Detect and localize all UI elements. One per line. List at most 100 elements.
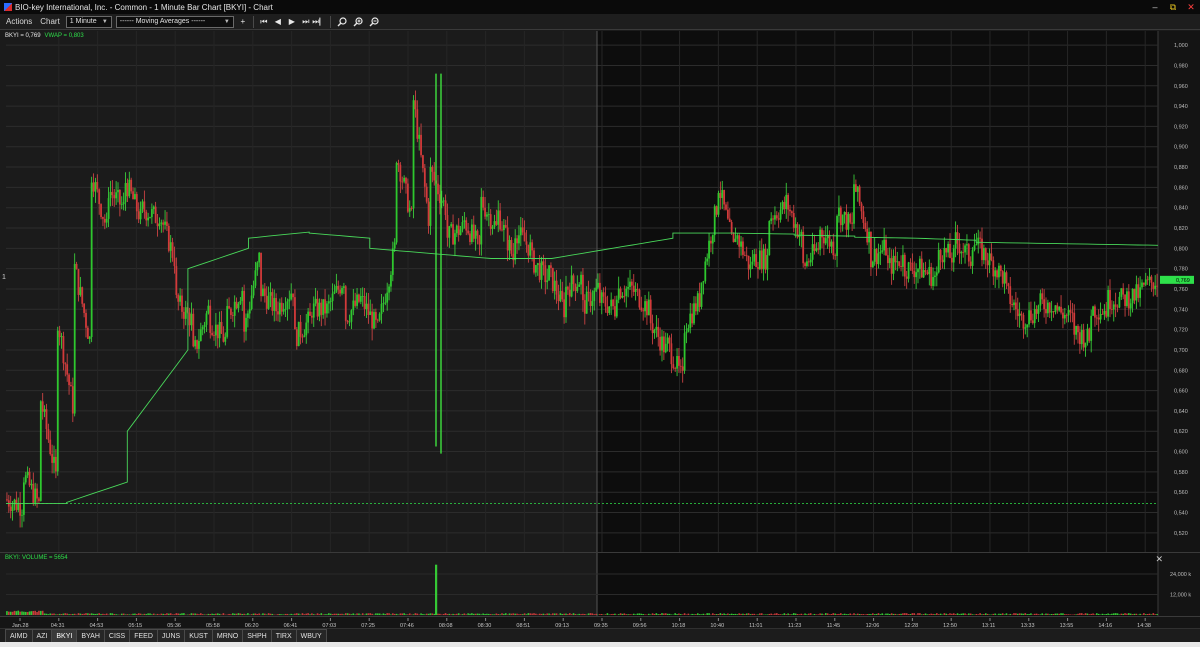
zoom-out-icon[interactable]	[368, 16, 380, 28]
scroll-first-button[interactable]: ⏮	[259, 16, 269, 28]
volume-bar	[471, 613, 473, 615]
volume-bar	[111, 613, 114, 615]
candle-body	[342, 286, 345, 288]
volume-bar	[254, 613, 257, 615]
volume-bar	[792, 613, 795, 615]
tab-kust[interactable]: KUST	[184, 629, 213, 642]
volume-bar	[1152, 613, 1155, 615]
symbol-legend: BKYI = 0,769	[5, 33, 41, 39]
volume-bar	[378, 613, 381, 615]
price-tick-label: 0,780	[1174, 267, 1188, 273]
scroll-last-button[interactable]: ⏭▏	[312, 16, 327, 28]
candle-body	[1028, 310, 1030, 325]
volume-bar	[474, 613, 477, 615]
candle-body	[365, 303, 368, 310]
candle-body	[604, 296, 607, 307]
price-tick-label: 0,580	[1174, 470, 1188, 476]
candle-body	[273, 297, 276, 311]
tab-ciss[interactable]: CISS	[103, 629, 131, 642]
scroll-fast-forward-button[interactable]: ⏭	[301, 16, 311, 28]
candle-body	[314, 298, 317, 304]
candle-body	[502, 224, 505, 231]
volume-bar	[951, 613, 953, 615]
candle-body	[949, 243, 951, 258]
volume-bar	[887, 613, 889, 615]
zoom-in-icon[interactable]	[352, 16, 364, 28]
restore-button[interactable]: ⧉	[1164, 0, 1182, 14]
tab-wbuy[interactable]: WBUY	[295, 629, 327, 642]
candle-body	[1114, 304, 1117, 307]
tab-azi[interactable]: AZI	[31, 629, 53, 642]
volume-bar	[512, 613, 515, 615]
volume-bar	[774, 613, 776, 615]
volume-bar	[26, 612, 29, 615]
candle-body	[102, 217, 104, 219]
volume-bar	[66, 613, 68, 615]
volume-bar	[361, 613, 364, 615]
close-pane-icon[interactable]: ✕	[1155, 554, 1163, 565]
candle-body	[250, 295, 253, 310]
title-bar[interactable]: BIO-key International, Inc. - Common - 1…	[0, 0, 1200, 14]
chart-menu[interactable]: Chart	[38, 17, 62, 26]
scroll-back-button[interactable]: ◀	[273, 16, 283, 28]
candle-body	[563, 299, 566, 318]
candle-body	[17, 503, 20, 510]
candle-body	[414, 100, 417, 110]
tab-aimd[interactable]: AIMD	[5, 629, 33, 642]
volume-bar	[939, 613, 942, 615]
volume-bar	[427, 613, 430, 615]
volume-bar	[62, 613, 65, 615]
actions-menu[interactable]: Actions	[4, 17, 34, 26]
volume-bar	[595, 613, 597, 615]
volume-bar	[979, 613, 981, 615]
candle-body	[772, 218, 774, 220]
volume-bar	[216, 613, 219, 615]
tab-shph[interactable]: SHPH	[242, 629, 272, 642]
tab-feed[interactable]: FEED	[129, 629, 158, 642]
minimize-button[interactable]: –	[1146, 0, 1164, 14]
candle-body	[216, 324, 219, 339]
volume-bar	[890, 613, 893, 615]
volume-chart[interactable]: 24,000 k 12,000 k	[0, 553, 1200, 617]
add-indicator-button[interactable]: +	[238, 16, 248, 28]
tab-tirx[interactable]: TIRX	[270, 629, 297, 642]
volume-bar	[476, 613, 479, 615]
candle-body	[740, 241, 742, 247]
volume-bar	[977, 614, 980, 615]
candle-body	[602, 292, 605, 297]
close-button[interactable]: ✕	[1182, 0, 1200, 14]
candle-body	[932, 277, 934, 286]
volume-bar	[70, 614, 72, 615]
candle-body	[258, 252, 261, 263]
volume-pane[interactable]: 24,000 k 12,000 k BKYI: VOLUME = 5654 ✕	[0, 552, 1200, 617]
candle-body	[696, 293, 699, 312]
volume-bar	[1062, 613, 1064, 615]
price-chart[interactable]: 1,000 0,980 0,960 0,940 0,920 0,900 0,880 0,860…	[0, 31, 1200, 552]
candle-body	[156, 222, 159, 227]
volume-bar	[521, 614, 524, 615]
candle-body	[367, 303, 370, 316]
tab-bkyi[interactable]: BKYI	[51, 629, 78, 642]
zoom-icon[interactable]	[336, 16, 348, 28]
indicator-select[interactable]: ------ Moving Averages ------ ▼	[115, 15, 234, 28]
tab-byah[interactable]: BYAH	[76, 629, 105, 642]
price-pane[interactable]: 1,000 0,980 0,960 0,940 0,920 0,900 0,880 0,860…	[0, 31, 1200, 552]
candle-body	[806, 261, 808, 266]
time-axis[interactable]: Jan.28 04:31 04:53 05:15 05:36 05:58 06:20 06:4…	[0, 616, 1200, 629]
tab-juns[interactable]: JUNS	[156, 629, 186, 642]
tab-mrno[interactable]: MRNO	[211, 629, 244, 642]
candle-body	[506, 227, 509, 251]
candle-body	[137, 211, 140, 220]
volume-bar	[751, 613, 754, 615]
volume-bar	[1054, 613, 1057, 615]
candle-body	[420, 134, 422, 156]
candle-body	[493, 221, 496, 227]
volume-bar	[194, 613, 196, 615]
scroll-forward-button[interactable]: ▶	[287, 16, 297, 28]
candle-body	[1156, 285, 1158, 287]
candle-body	[354, 300, 357, 306]
volume-bar	[934, 614, 936, 615]
candle-body	[937, 249, 940, 273]
interval-select[interactable]: 1 Minute ▼	[65, 15, 112, 28]
volume-bar	[277, 614, 279, 615]
